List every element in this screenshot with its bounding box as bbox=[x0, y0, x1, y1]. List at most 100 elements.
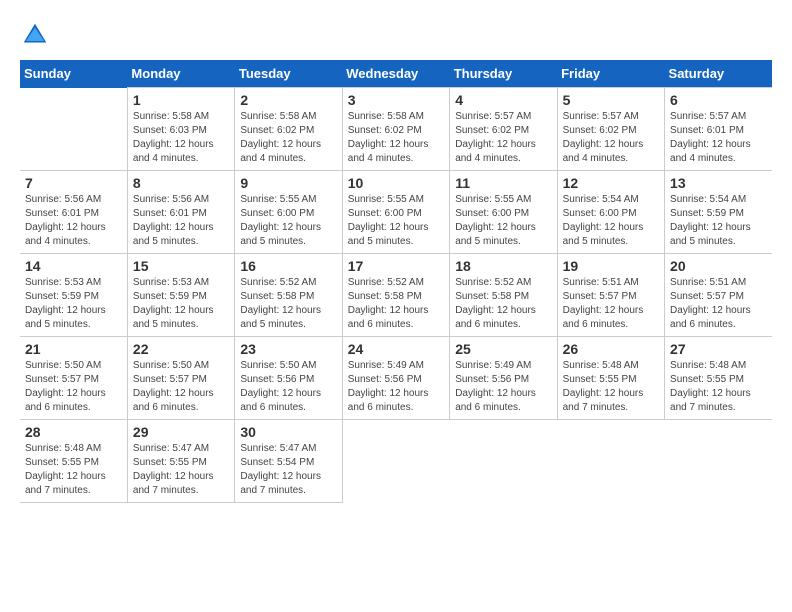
day-number: 10 bbox=[348, 175, 444, 191]
day-number: 11 bbox=[455, 175, 551, 191]
day-number: 26 bbox=[563, 341, 659, 357]
day-info: Sunrise: 5:49 AM Sunset: 5:56 PM Dayligh… bbox=[455, 359, 551, 415]
day-cell: 20Sunrise: 5:51 AM Sunset: 5:57 PM Dayli… bbox=[665, 254, 772, 337]
day-number: 29 bbox=[133, 424, 229, 440]
day-number: 8 bbox=[133, 175, 229, 191]
day-cell bbox=[342, 420, 449, 503]
day-cell: 1 Sunrise: 5:58 AM Sunset: 6:03 PM Daylig… bbox=[127, 88, 234, 171]
day-info: Sunrise: 5:53 AM Sunset: 5:59 PM Dayligh… bbox=[133, 276, 229, 332]
day-cell: 9 Sunrise: 5:55 AM Sunset: 6:00 PM Daylig… bbox=[235, 171, 342, 254]
day-number: 14 bbox=[25, 258, 122, 274]
logo-icon bbox=[20, 20, 50, 50]
week-row-5: 28 Sunrise: 5:48 AM Sunset: 5:55 PM Dayli… bbox=[20, 420, 772, 503]
weekday-header-tuesday: Tuesday bbox=[235, 60, 342, 88]
day-info: Sunrise: 5:55 AM Sunset: 6:00 PM Dayligh… bbox=[455, 193, 551, 249]
day-info: Sunrise: 5:48 AM Sunset: 5:55 PM Dayligh… bbox=[670, 359, 767, 415]
day-cell bbox=[557, 420, 664, 503]
day-number: 28 bbox=[25, 424, 122, 440]
day-cell: 5 Sunrise: 5:57 AM Sunset: 6:02 PM Daylig… bbox=[557, 88, 664, 171]
day-cell: 21Sunrise: 5:50 AM Sunset: 5:57 PM Dayli… bbox=[20, 337, 127, 420]
day-number: 30 bbox=[240, 424, 336, 440]
day-cell bbox=[665, 420, 772, 503]
day-info: Sunrise: 5:58 AM Sunset: 6:03 PM Dayligh… bbox=[133, 110, 229, 166]
day-number: 23 bbox=[240, 341, 336, 357]
day-info: Sunrise: 5:54 AM Sunset: 5:59 PM Dayligh… bbox=[670, 193, 767, 249]
day-number: 19 bbox=[563, 258, 659, 274]
day-info: Sunrise: 5:54 AM Sunset: 6:00 PM Dayligh… bbox=[563, 193, 659, 249]
day-number: 13 bbox=[670, 175, 767, 191]
weekday-header-thursday: Thursday bbox=[450, 60, 557, 88]
day-number: 25 bbox=[455, 341, 551, 357]
day-number: 7 bbox=[25, 175, 122, 191]
day-cell: 28 Sunrise: 5:48 AM Sunset: 5:55 PM Dayli… bbox=[20, 420, 127, 503]
day-cell: 27 Sunrise: 5:48 AM Sunset: 5:55 PM Dayli… bbox=[665, 337, 772, 420]
weekday-header-friday: Friday bbox=[557, 60, 664, 88]
day-cell: 25 Sunrise: 5:49 AM Sunset: 5:56 PM Dayli… bbox=[450, 337, 557, 420]
day-cell: 2 Sunrise: 5:58 AM Sunset: 6:02 PM Daylig… bbox=[235, 88, 342, 171]
day-info: Sunrise: 5:47 AM Sunset: 5:55 PM Dayligh… bbox=[133, 442, 229, 498]
calendar-table: SundayMondayTuesdayWednesdayThursdayFrid… bbox=[20, 60, 772, 503]
day-info: Sunrise: 5:53 AM Sunset: 5:59 PM Dayligh… bbox=[25, 276, 122, 332]
day-number: 27 bbox=[670, 341, 767, 357]
day-number: 4 bbox=[455, 92, 551, 108]
day-number: 2 bbox=[240, 92, 336, 108]
day-cell: 10 Sunrise: 5:55 AM Sunset: 6:00 PM Dayli… bbox=[342, 171, 449, 254]
day-cell: 11 Sunrise: 5:55 AM Sunset: 6:00 PM Dayli… bbox=[450, 171, 557, 254]
day-info: Sunrise: 5:55 AM Sunset: 6:00 PM Dayligh… bbox=[240, 193, 336, 249]
day-cell: 12Sunrise: 5:54 AM Sunset: 6:00 PM Dayli… bbox=[557, 171, 664, 254]
day-number: 5 bbox=[563, 92, 659, 108]
day-info: Sunrise: 5:49 AM Sunset: 5:56 PM Dayligh… bbox=[348, 359, 444, 415]
day-cell: 3 Sunrise: 5:58 AM Sunset: 6:02 PM Daylig… bbox=[342, 88, 449, 171]
day-info: Sunrise: 5:52 AM Sunset: 5:58 PM Dayligh… bbox=[348, 276, 444, 332]
day-cell: 19Sunrise: 5:51 AM Sunset: 5:57 PM Dayli… bbox=[557, 254, 664, 337]
logo bbox=[20, 20, 54, 50]
day-cell bbox=[450, 420, 557, 503]
day-number: 16 bbox=[240, 258, 336, 274]
day-info: Sunrise: 5:48 AM Sunset: 5:55 PM Dayligh… bbox=[25, 442, 122, 498]
day-number: 9 bbox=[240, 175, 336, 191]
day-number: 1 bbox=[133, 92, 229, 108]
day-info: Sunrise: 5:57 AM Sunset: 6:02 PM Dayligh… bbox=[563, 110, 659, 166]
day-number: 18 bbox=[455, 258, 551, 274]
day-cell: 4 Sunrise: 5:57 AM Sunset: 6:02 PM Daylig… bbox=[450, 88, 557, 171]
day-info: Sunrise: 5:48 AM Sunset: 5:55 PM Dayligh… bbox=[563, 359, 659, 415]
day-info: Sunrise: 5:47 AM Sunset: 5:54 PM Dayligh… bbox=[240, 442, 336, 498]
weekday-header-sunday: Sunday bbox=[20, 60, 127, 88]
day-number: 15 bbox=[133, 258, 229, 274]
day-info: Sunrise: 5:58 AM Sunset: 6:02 PM Dayligh… bbox=[348, 110, 444, 166]
day-cell: 15 Sunrise: 5:53 AM Sunset: 5:59 PM Dayli… bbox=[127, 254, 234, 337]
day-cell: 24 Sunrise: 5:49 AM Sunset: 5:56 PM Dayli… bbox=[342, 337, 449, 420]
day-number: 24 bbox=[348, 341, 444, 357]
weekday-header-monday: Monday bbox=[127, 60, 234, 88]
day-cell: 18Sunrise: 5:52 AM Sunset: 5:58 PM Dayli… bbox=[450, 254, 557, 337]
day-cell bbox=[20, 88, 127, 171]
day-cell: 14 Sunrise: 5:53 AM Sunset: 5:59 PM Dayli… bbox=[20, 254, 127, 337]
day-cell: 6 Sunrise: 5:57 AM Sunset: 6:01 PM Daylig… bbox=[665, 88, 772, 171]
day-cell: 22 Sunrise: 5:50 AM Sunset: 5:57 PM Dayli… bbox=[127, 337, 234, 420]
day-info: Sunrise: 5:56 AM Sunset: 6:01 PM Dayligh… bbox=[25, 193, 122, 249]
day-cell: 23 Sunrise: 5:50 AM Sunset: 5:56 PM Dayli… bbox=[235, 337, 342, 420]
day-info: Sunrise: 5:56 AM Sunset: 6:01 PM Dayligh… bbox=[133, 193, 229, 249]
day-info: Sunrise: 5:55 AM Sunset: 6:00 PM Dayligh… bbox=[348, 193, 444, 249]
day-number: 21 bbox=[25, 341, 122, 357]
day-number: 3 bbox=[348, 92, 444, 108]
day-cell: 7 Sunrise: 5:56 AM Sunset: 6:01 PM Daylig… bbox=[20, 171, 127, 254]
day-number: 22 bbox=[133, 341, 229, 357]
day-info: Sunrise: 5:52 AM Sunset: 5:58 PM Dayligh… bbox=[240, 276, 336, 332]
day-info: Sunrise: 5:57 AM Sunset: 6:02 PM Dayligh… bbox=[455, 110, 551, 166]
day-number: 6 bbox=[670, 92, 767, 108]
day-info: Sunrise: 5:51 AM Sunset: 5:57 PM Dayligh… bbox=[670, 276, 767, 332]
week-row-1: 1 Sunrise: 5:58 AM Sunset: 6:03 PM Daylig… bbox=[20, 88, 772, 171]
page-header bbox=[20, 20, 772, 50]
week-row-2: 7 Sunrise: 5:56 AM Sunset: 6:01 PM Daylig… bbox=[20, 171, 772, 254]
day-info: Sunrise: 5:58 AM Sunset: 6:02 PM Dayligh… bbox=[240, 110, 336, 166]
week-row-4: 21 Sunrise: 5:50 AM Sunset: 5:57 PM Dayli… bbox=[20, 337, 772, 420]
day-cell: 16 Sunrise: 5:52 AM Sunset: 5:58 PM Dayli… bbox=[235, 254, 342, 337]
day-info: Sunrise: 5:57 AM Sunset: 6:01 PM Dayligh… bbox=[670, 110, 767, 166]
day-cell: 17Sunrise: 5:52 AM Sunset: 5:58 PM Dayli… bbox=[342, 254, 449, 337]
day-info: Sunrise: 5:50 AM Sunset: 5:57 PM Dayligh… bbox=[133, 359, 229, 415]
day-cell: 8 Sunrise: 5:56 AM Sunset: 6:01 PM Daylig… bbox=[127, 171, 234, 254]
week-row-3: 14 Sunrise: 5:53 AM Sunset: 5:59 PM Dayli… bbox=[20, 254, 772, 337]
day-cell: 13 Sunrise: 5:54 AM Sunset: 5:59 PM Dayli… bbox=[665, 171, 772, 254]
day-info: Sunrise: 5:50 AM Sunset: 5:56 PM Dayligh… bbox=[240, 359, 336, 415]
